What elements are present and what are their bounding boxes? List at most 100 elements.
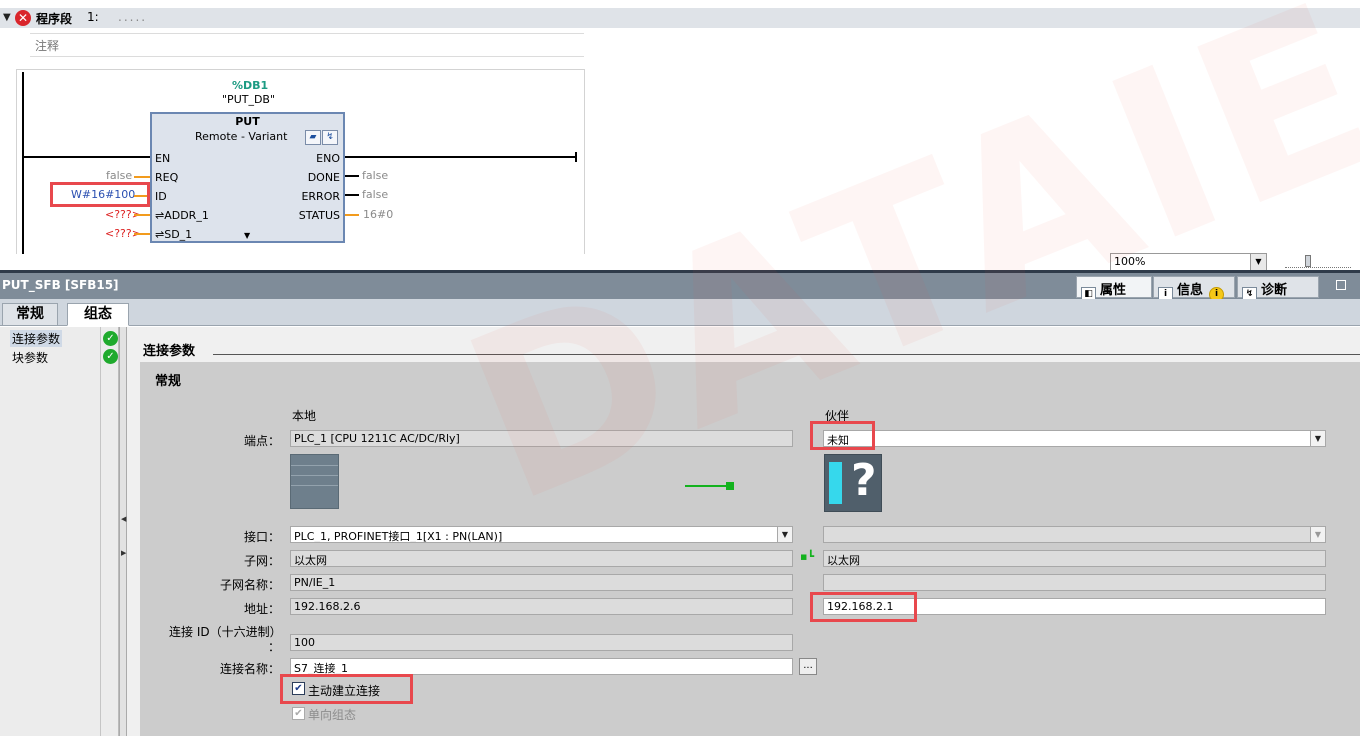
- one-way-label: 单向组态: [308, 708, 357, 722]
- error-param[interactable]: false: [362, 188, 388, 201]
- local-subnet-field: 以太网: [290, 550, 793, 567]
- config-icon[interactable]: ▰: [305, 130, 321, 145]
- restore-window-icon[interactable]: [1336, 280, 1346, 290]
- local-endpoint-field: PLC_1 [CPU 1211C AC/DC/Rly]: [290, 430, 793, 447]
- inspector-title: PUT_SFB [SFB15]: [2, 278, 119, 292]
- nav-separator: [100, 327, 101, 736]
- zoom-slider[interactable]: [1285, 255, 1351, 268]
- conn-id-colon: ：: [268, 640, 281, 654]
- highlight-partner-endpoint: [810, 421, 875, 450]
- tab-info[interactable]: i 信息 i: [1153, 276, 1235, 302]
- local-interface-select[interactable]: PLC_1, PROFINET接口_1[X1 : PN(LAN)] ▼: [290, 526, 793, 543]
- dropdown-arrow-icon[interactable]: ▼: [1250, 254, 1266, 270]
- subnet-link-icon: ▪┗: [800, 550, 815, 563]
- plc-device-icon: [290, 454, 339, 509]
- unknown-device-icon: ?: [824, 454, 882, 512]
- tab-configuration[interactable]: 组态: [67, 303, 129, 326]
- instance-db-address[interactable]: %DB1: [232, 79, 268, 92]
- pin-en: EN: [155, 152, 171, 165]
- tab-diagnostics[interactable]: ↯ 诊断: [1237, 276, 1319, 302]
- error-wire: [345, 194, 359, 196]
- highlight-id: [50, 182, 150, 207]
- conn-name-label: 连接名称：: [219, 662, 280, 676]
- conn-id-label: 连接 ID（十六进制）: [169, 625, 282, 639]
- eno-wire: [345, 156, 577, 158]
- local-subnet-name-field: PN/IE_1: [290, 574, 793, 591]
- pin-sd: ⇌SD_1: [155, 228, 193, 241]
- addr-wire: [134, 214, 150, 216]
- expand-right-icon[interactable]: ▶: [121, 549, 126, 557]
- collapse-left-icon[interactable]: ◀: [121, 515, 126, 523]
- nav-item-connection-params[interactable]: 连接参数: [10, 330, 63, 347]
- done-wire: [345, 175, 359, 177]
- pin-status: STATUS: [298, 209, 340, 222]
- pin-req: REQ: [155, 171, 179, 184]
- zoom-select[interactable]: 100% ▼: [1110, 253, 1267, 271]
- network-title-placeholder[interactable]: .....: [118, 10, 147, 24]
- zoom-value: 100%: [1114, 255, 1146, 268]
- partner-endpoint-select[interactable]: 未知 ▼: [823, 430, 1326, 447]
- tab-properties-label: 属性: [1100, 283, 1127, 298]
- tab-info-label: 信息: [1177, 283, 1204, 298]
- nav-splitter[interactable]: ◀ ▶: [119, 327, 127, 736]
- zoom-slider-knob[interactable]: [1305, 255, 1311, 267]
- conn-name-input[interactable]: S7_连接_1: [290, 658, 793, 675]
- browse-button[interactable]: ...: [799, 658, 817, 675]
- subnet-label: 子网：: [243, 554, 280, 568]
- status-param[interactable]: 16#0: [363, 208, 393, 221]
- power-rail: [22, 72, 24, 254]
- pin-eno: ENO: [316, 152, 340, 165]
- status-wire: [345, 214, 359, 216]
- dropdown-arrow-icon[interactable]: ▼: [777, 527, 792, 542]
- subnet-name-label: 子网名称：: [219, 578, 280, 592]
- partner-interface-select: ▼: [823, 526, 1326, 543]
- wire-end: [575, 152, 577, 162]
- connection-port-icon: [726, 482, 734, 490]
- sd-wire: [134, 233, 150, 235]
- one-way-checkbox: ✔: [292, 707, 305, 720]
- network-header[interactable]: ▼ ✕ 程序段 1: .....: [0, 8, 1360, 28]
- put-function-block[interactable]: PUT Remote - Variant ▰ ↯ EN REQ ID ⇌ADDR_…: [150, 112, 345, 243]
- collapse-triangle-icon[interactable]: ▼: [3, 12, 11, 23]
- tia-portal-window: ▼ ✕ 程序段 1: ..... 注释 %DB1 "PUT_DB" PUT Re…: [0, 0, 1360, 736]
- dropdown-arrow-icon: ▼: [1310, 527, 1325, 542]
- expand-arrow-icon[interactable]: ▼: [244, 231, 250, 240]
- conn-id-field[interactable]: 100: [290, 634, 793, 651]
- check-ok-icon: ✓: [103, 349, 118, 364]
- section-rule: [213, 354, 1360, 355]
- network-comment[interactable]: 注释: [30, 33, 584, 57]
- local-address-field: 192.168.2.6: [290, 598, 793, 615]
- req-wire: [134, 176, 150, 178]
- panel-title: 常规: [155, 374, 182, 389]
- address-label: 地址：: [243, 602, 280, 616]
- highlight-active-conn: [280, 674, 413, 704]
- partner-subnet-field: 以太网: [823, 550, 1326, 567]
- dropdown-arrow-icon[interactable]: ▼: [1310, 431, 1325, 446]
- nav-item-block-params[interactable]: 块参数: [12, 349, 48, 366]
- block-type: PUT: [235, 115, 260, 128]
- interface-label: 接口：: [243, 530, 280, 544]
- req-param[interactable]: false: [106, 169, 132, 182]
- inspector-header: PUT_SFB [SFB15] ◧ 属性 i 信息 i ↯ 诊断: [0, 273, 1360, 302]
- diagnostics-icon[interactable]: ↯: [322, 130, 338, 145]
- general-panel: 常规 本地 伙伴 端点： PLC_1 [CPU 1211C AC/DC/Rly]…: [140, 362, 1360, 736]
- section-title: 连接参数: [143, 344, 196, 359]
- partner-subnet-name-field: [823, 574, 1326, 591]
- block-variant: Remote - Variant: [195, 130, 288, 143]
- error-icon: ✕: [15, 10, 31, 26]
- pin-id: ID: [155, 190, 167, 203]
- connection-line: [685, 485, 731, 487]
- pin-error: ERROR: [301, 190, 340, 203]
- config-content: 连接参数 常规 本地 伙伴 端点： PLC_1 [CPU 1211C AC/DC…: [127, 327, 1360, 736]
- pin-addr: ⇌ADDR_1: [155, 209, 209, 222]
- endpoint-label: 端点：: [243, 434, 280, 448]
- tab-properties[interactable]: ◧ 属性: [1076, 276, 1152, 302]
- tab-diagnostics-label: 诊断: [1261, 283, 1288, 298]
- tab-general[interactable]: 常规: [2, 303, 58, 326]
- instance-db-symbol[interactable]: "PUT_DB": [222, 93, 275, 106]
- highlight-partner-address: [810, 592, 917, 622]
- pin-done: DONE: [307, 171, 340, 184]
- network-title: 程序段: [36, 12, 73, 26]
- en-wire: [24, 156, 150, 158]
- done-param[interactable]: false: [362, 169, 388, 182]
